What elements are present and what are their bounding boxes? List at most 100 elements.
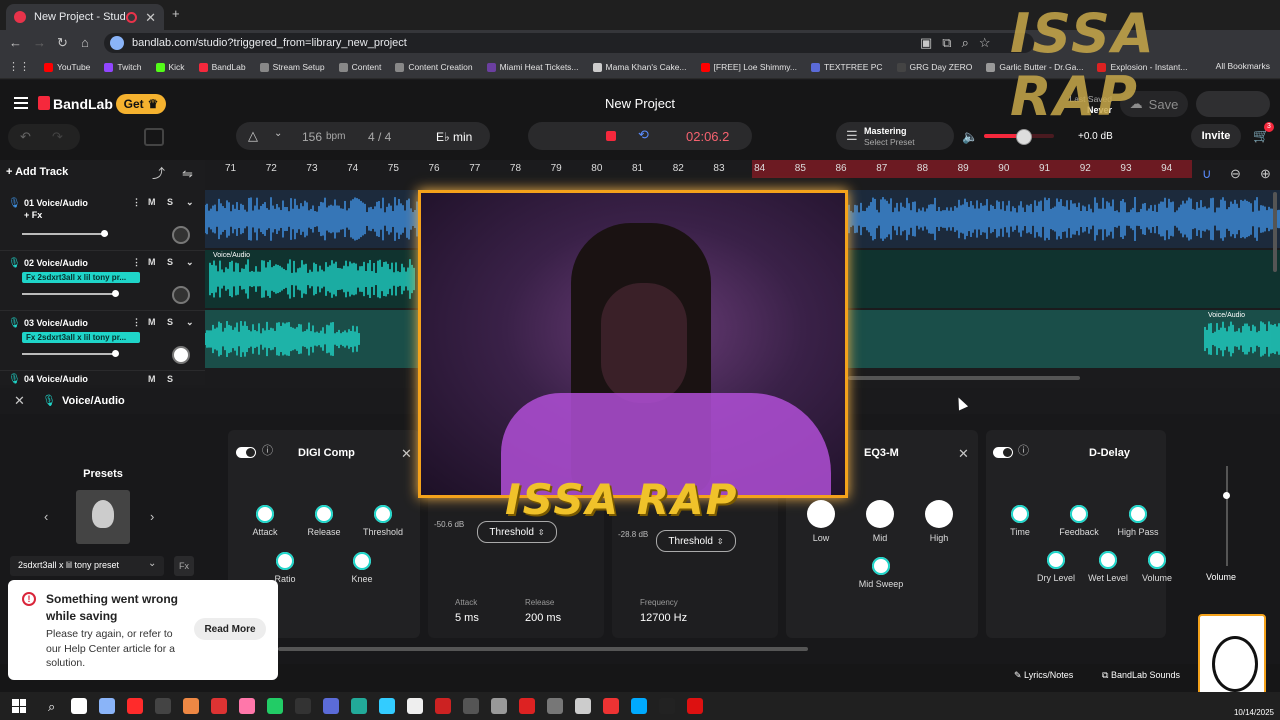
knob-mid-sweep[interactable] [872,557,890,575]
zoom-out-icon[interactable]: ⊖ [1230,167,1241,180]
track-menu-icon[interactable]: ⋮ [132,197,141,208]
bookmark-item[interactable]: [FREE] Loe Shimmy... [700,62,797,72]
taskbar-app-icon[interactable] [351,698,368,714]
solo-button[interactable]: S [167,317,173,327]
fx-scrollbar[interactable] [278,647,808,651]
mute-button[interactable]: M [148,317,156,327]
taskbar-app-icon[interactable] [463,698,480,714]
track-header-04[interactable]: 🎙 04 Voice/Audio M S [0,370,205,385]
add-fx-button[interactable]: + Fx [24,210,42,220]
taskbar-app-icon[interactable] [407,698,424,714]
record-icon[interactable] [606,131,616,141]
knob-wet-level[interactable] [1099,551,1117,569]
solo-button[interactable]: S [167,197,173,207]
bookmark-item[interactable]: Kick [155,62,185,72]
chevron-down-icon[interactable]: ⌄ [186,197,194,208]
track-volume-knob[interactable] [112,290,119,297]
get-button[interactable]: Get ♛ [116,94,166,114]
track-menu-icon[interactable]: ⋮ [132,257,141,268]
track-volume-slider[interactable] [22,293,118,295]
threshold-selector[interactable]: Threshold ⇳ [477,521,557,543]
metronome-icon[interactable]: △ [248,129,258,142]
track-header-01[interactable]: 🎙 01 Voice/Audio + Fx ⋮ M S ⌄ [0,190,205,251]
search-icon[interactable]: ⌕ [48,700,55,713]
knob-high[interactable] [925,500,953,528]
frequency-value[interactable]: 12700 Hz [640,612,687,624]
taskbar-app-icon[interactable] [687,698,704,714]
forward-icon[interactable]: → [33,36,46,49]
zoom-icon[interactable]: ⌕ [962,36,969,49]
track-name[interactable]: Voice/Audio [37,318,88,328]
taskbar-app-icon[interactable] [155,698,172,714]
info-icon[interactable]: ⓘ [262,446,273,457]
taskbar-app-icon[interactable] [323,698,340,714]
knob-time[interactable] [1011,505,1029,523]
bpm-value[interactable]: 156 [302,130,322,144]
taskbar-app-icon[interactable] [379,698,396,714]
track-name[interactable]: Voice/Audio [37,198,88,208]
bookmark-item[interactable]: Content [338,62,381,72]
bookmark-item[interactable]: Content Creation [395,62,473,72]
bookmark-item[interactable]: Twitch [104,62,142,72]
bandlab-sounds-button[interactable]: ⧉ BandLab Sounds [1102,670,1180,681]
automation-icon[interactable]: ⤴ [152,167,165,180]
fx-preset-tag[interactable]: Fx 2sdxrt3all x lil tony pr... [22,272,140,283]
master-volume-slider[interactable] [984,129,1054,145]
pan-knob[interactable] [172,286,190,304]
digi-comp-toggle[interactable] [236,447,256,458]
track-volume-knob[interactable] [101,230,108,237]
knob-volume[interactable] [1148,551,1166,569]
magnet-icon[interactable]: ∪ [1202,167,1212,180]
info-icon[interactable]: ⓘ [1018,446,1029,457]
bookmark-star-icon[interactable]: ☆ [979,36,991,49]
preset-select[interactable]: 2sdxrt3all x lil tony preset ⌄ [10,556,164,576]
time-signature[interactable]: 4 / 4 [368,130,391,144]
knob-threshold[interactable] [374,505,392,523]
bookmark-item[interactable]: TEXTFREE PC [810,62,883,72]
chevron-down-icon[interactable]: ⌄ [274,129,282,139]
taskbar-app-icon[interactable] [295,698,312,714]
screenshot-icon[interactable]: ▣ [920,36,932,49]
taskbar-app-icon[interactable] [183,698,200,714]
close-icon[interactable]: ✕ [958,447,969,460]
bookmark-item[interactable]: YouTube [44,62,90,72]
browser-tab[interactable]: New Project - Studio ✕ [6,4,164,30]
knob-dry-level[interactable] [1047,551,1065,569]
reload-icon[interactable]: ↻ [57,36,68,49]
knob-release[interactable] [315,505,333,523]
taskbar-app-icon[interactable] [547,698,564,714]
knob-low[interactable] [807,500,835,528]
back-icon[interactable]: ← [9,36,22,49]
pan-knob[interactable] [172,346,190,364]
cast-icon[interactable]: ⧉ [942,36,951,49]
delay-toggle[interactable] [993,447,1013,458]
knob-high-pass[interactable] [1129,505,1147,523]
bookmark-item[interactable]: Stream Setup [259,62,325,72]
knob-feedback[interactable] [1070,505,1088,523]
threshold-selector[interactable]: Threshold ⇳ [656,530,736,552]
redo-icon[interactable]: ↷ [52,130,63,143]
mute-button[interactable]: M [148,197,156,207]
volume-knob[interactable] [1015,129,1032,145]
bookmark-item[interactable]: GRG Day ZERO [896,62,972,72]
bookmark-item[interactable]: Miami Heat Tickets... [486,62,579,72]
quantize-icon[interactable]: ⇋ [182,167,193,180]
close-tab-icon[interactable]: ✕ [145,11,156,24]
mastering-button[interactable]: ☰ Mastering Select Preset [836,122,954,150]
key-signature[interactable]: E♭ min [436,130,472,144]
knob-mid[interactable] [866,500,894,528]
lyrics-notes-button[interactable]: ✎ Lyrics/Notes [1014,670,1073,681]
bookmark-item[interactable]: BandLab [198,62,246,72]
taskbar-app-icon[interactable] [267,698,284,714]
close-panel-icon[interactable]: ✕ [14,394,25,407]
zoom-in-icon[interactable]: ⊕ [1260,167,1271,180]
attack-value[interactable]: 5 ms [455,612,479,624]
new-tab-icon[interactable]: + [172,7,180,20]
chevron-left-icon[interactable]: ‹ [44,510,48,523]
release-value[interactable]: 200 ms [525,612,561,624]
site-info-icon[interactable] [110,36,124,50]
track-menu-icon[interactable]: ⋮ [132,317,141,328]
taskbar-app-icon[interactable] [491,698,508,714]
mixer-icon[interactable] [144,128,164,146]
taskbar-app-icon[interactable] [71,698,88,714]
